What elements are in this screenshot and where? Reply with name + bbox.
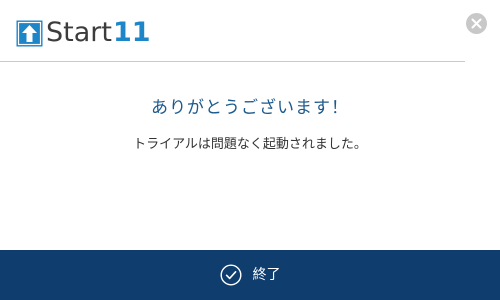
finish-button-label: 終了 [252, 267, 281, 283]
finish-button[interactable]: 終了 [0, 250, 500, 300]
logo-text: Start [46, 17, 112, 48]
start-arrow-logo-icon [16, 20, 43, 46]
thank-you-heading: ありがとうございます！ [151, 98, 349, 118]
dialog-header: Start 11 [0, 0, 500, 62]
header-divider [0, 61, 465, 62]
trial-started-dialog: Start 11 ありがとうございます！ トライアルは問題なく起動されました。 … [0, 0, 500, 300]
finish-button-content: 終了 [219, 264, 281, 286]
close-icon [471, 18, 482, 29]
logo-version-number: 11 [112, 17, 151, 48]
trial-started-message: トライアルは問題なく起動されました。 [133, 137, 367, 152]
app-logo: Start 11 [16, 17, 151, 49]
close-button[interactable] [466, 13, 487, 34]
check-circle-icon [219, 264, 242, 286]
